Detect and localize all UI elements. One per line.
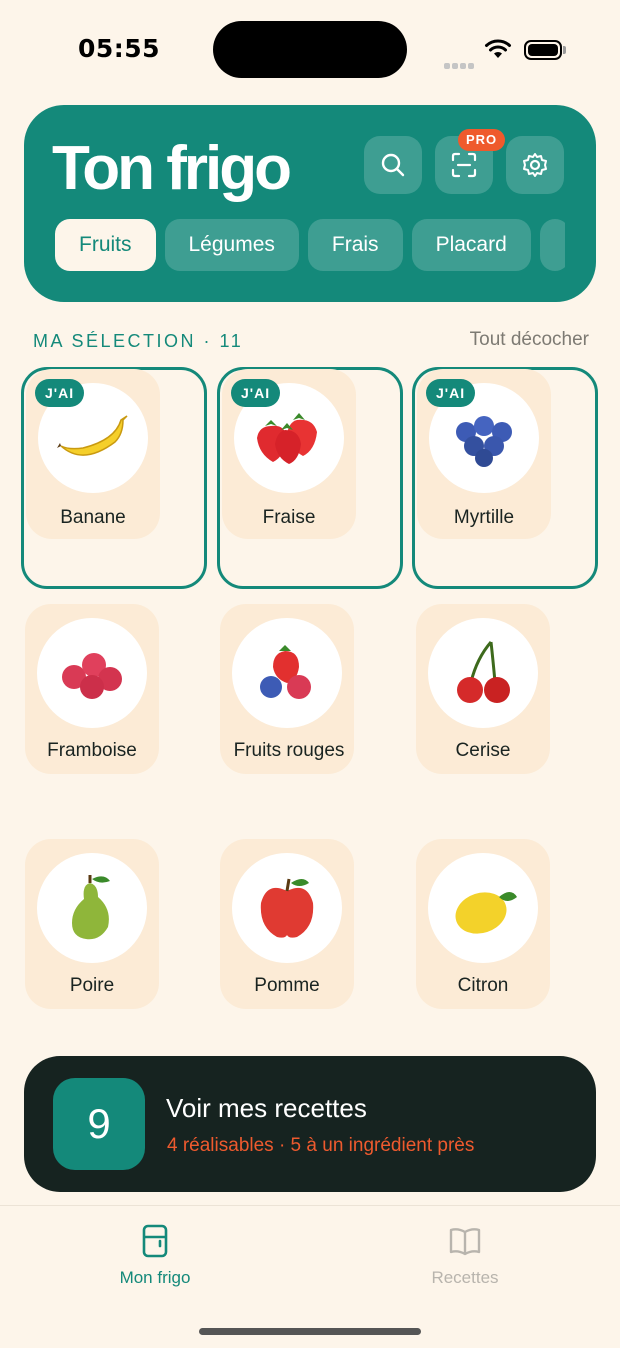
item-label: Citron [457, 975, 509, 996]
item-fraise[interactable]: Fraise J'AI [217, 367, 403, 589]
item-label: Fraise [262, 507, 316, 528]
item-myrtille[interactable]: Myrtille J'AI [412, 367, 598, 589]
nav-label: Mon frigo [119, 1268, 191, 1287]
cta-title: Voir mes recettes [166, 1093, 367, 1123]
have-badge: J'AI [35, 379, 85, 407]
home-indicator [199, 1328, 421, 1335]
cta-subtitle: 4 réalisables · 5 à un ingrédient près [167, 1135, 475, 1156]
scan-icon [451, 152, 477, 178]
search-icon [381, 153, 405, 177]
item-label: Framboise [47, 740, 137, 761]
page-title: Ton frigo [52, 134, 292, 203]
tab-frais[interactable]: Frais [307, 219, 403, 271]
pro-badge: PRO [458, 129, 506, 151]
item-label: Pomme [254, 975, 320, 996]
wifi-icon [485, 39, 511, 58]
settings-button[interactable] [506, 136, 564, 194]
category-tabs: Fruits Légumes Frais Placard [55, 219, 565, 271]
battery-icon [524, 40, 566, 60]
header-card: Ton frigo PRO Fruits Légumes Frais Placard [24, 105, 596, 302]
cellular-signal-icon [444, 54, 476, 69]
search-button[interactable] [364, 136, 422, 194]
nav-mon-frigo[interactable]: Mon frigo [75, 1224, 235, 1288]
item-label: Poire [69, 975, 115, 996]
tab-fruits[interactable]: Fruits [55, 219, 156, 271]
status-time: 05:55 [78, 34, 161, 63]
red-fruits-icon [232, 618, 342, 728]
have-badge: J'AI [231, 379, 281, 407]
nav-recettes[interactable]: Recettes [385, 1224, 545, 1288]
recipes-count-badge: 9 [53, 1078, 145, 1170]
nav-label: Recettes [431, 1268, 499, 1287]
book-icon [449, 1228, 481, 1256]
item-poire[interactable]: Poire [22, 839, 208, 1061]
item-banane[interactable]: Banane J'AI [21, 367, 207, 589]
dynamic-island [213, 21, 407, 78]
bottom-nav: Mon frigo Recettes [0, 1205, 620, 1348]
item-label: Myrtille [453, 507, 515, 528]
pear-icon [37, 853, 147, 963]
tab-placard[interactable]: Placard [411, 219, 531, 271]
have-badge: J'AI [426, 379, 476, 407]
item-label: Fruits rouges [233, 740, 345, 761]
status-bar: 05:55 [0, 0, 620, 100]
item-pomme[interactable]: Pomme [217, 839, 403, 1061]
uncheck-all-button[interactable]: Tout décocher [470, 329, 589, 351]
selection-title: MA SÉLECTION · 11 [33, 331, 244, 351]
view-recipes-button[interactable]: 9 Voir mes recettes 4 réalisables · 5 à … [24, 1056, 596, 1192]
item-citron[interactable]: Citron [413, 839, 599, 1061]
raspberry-icon [37, 618, 147, 728]
item-framboise[interactable]: Framboise [22, 604, 208, 826]
tab-legumes[interactable]: Légumes [164, 219, 299, 271]
apple-icon [232, 853, 342, 963]
item-fruits-rouges[interactable]: Fruits rouges [217, 604, 403, 826]
item-label: Banane [60, 507, 126, 528]
cherry-icon [428, 618, 538, 728]
gear-icon [523, 153, 547, 177]
tab-more[interactable] [539, 219, 565, 271]
fridge-icon [142, 1224, 168, 1258]
item-label: Cerise [455, 740, 511, 761]
lemon-icon [428, 853, 538, 963]
item-cerise[interactable]: Cerise [413, 604, 599, 826]
